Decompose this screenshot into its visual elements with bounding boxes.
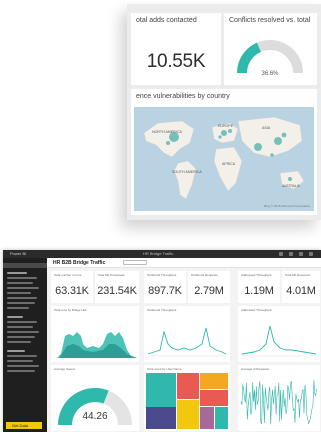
line-chart-tile[interactable]: Addressed Throughput (238, 306, 320, 362)
download-icon[interactable] (289, 252, 293, 256)
line-chart (240, 380, 317, 425)
nav-item[interactable] (7, 297, 37, 299)
kpi-value: 231.54K (97, 285, 137, 297)
nav-item[interactable] (7, 282, 33, 284)
dashboard-title: HR B2B Bridge Traffic (53, 260, 106, 266)
nav-item[interactable] (7, 307, 29, 309)
ask-question-box[interactable] (123, 260, 147, 265)
chart-title: Average of Requests (241, 367, 269, 371)
kpi-tile[interactable]: Outbound Requests 2.79M (188, 271, 230, 303)
nav-item[interactable] (7, 302, 35, 304)
gauge-tile-conflicts[interactable]: Conflicts resolved vs. total 36.6% (224, 13, 317, 85)
kpi-value: 4.01M (286, 285, 316, 297)
kpi-title: Total number of runs (54, 273, 82, 277)
get-data-button[interactable]: Get Data (6, 422, 42, 429)
document-title: HR Bridge Traffic (143, 251, 174, 256)
gauge-tile[interactable]: Average Speed 44.26 (51, 365, 139, 431)
kpi-tile[interactable]: Outbound Throughput 897.7K (144, 271, 186, 303)
line-chart (147, 327, 227, 357)
nav-section-datasets[interactable] (7, 350, 25, 352)
gauge-value: 44.26 (82, 411, 108, 422)
area-chart (53, 332, 137, 358)
kpi-tile[interactable]: Total number of runs 63.31K (51, 271, 93, 303)
nav-item[interactable] (7, 365, 39, 367)
nav-section-reports[interactable] (7, 316, 23, 318)
chart-title: Addressed Throughput (241, 308, 272, 312)
nav-item[interactable] (7, 287, 39, 289)
title-bar: Power BI HR Bridge Traffic (3, 250, 321, 258)
nav-item[interactable] (7, 360, 33, 362)
chart-title: Outbound Throughput (147, 308, 177, 312)
kpi-value: 1.19M (244, 285, 274, 297)
treemap-tile[interactable]: Total count by User Name (144, 365, 230, 431)
area-chart-tile[interactable]: Total runs by Bridge Hub (51, 306, 139, 362)
kpi-title: Total Mb Processed (98, 273, 125, 277)
navigation-pane: Get Data (3, 258, 47, 432)
map-label: NORTH AMERICA (152, 130, 182, 134)
kpi-tile[interactable]: Addressed Throughput 1.19M (238, 271, 280, 303)
nav-item-active[interactable] (3, 263, 47, 268)
kpi-value: 63.31K (55, 285, 89, 297)
nav-item[interactable] (7, 277, 37, 279)
nav-item[interactable] (7, 370, 35, 372)
kpi-tile[interactable]: Total Mb Received 4.01M (282, 271, 320, 303)
nav-item[interactable] (7, 331, 39, 333)
chart-title: Total count by User Name (147, 367, 182, 371)
app-name: Power BI (10, 251, 27, 256)
noise-chart-tile[interactable]: Average of Requests (238, 365, 320, 431)
map-copyright: Bing © 2016 Microsoft Corporation (264, 204, 310, 208)
nav-item[interactable] (7, 355, 37, 357)
map-label: AUSTRALIA (282, 184, 301, 188)
kpi-value: 10.55K (146, 51, 206, 72)
world-map: NORTH AMERICA EUROPE ASIA AFRICA SOUTH A… (134, 107, 314, 211)
tile-title: otal adds contacted (136, 17, 197, 24)
treemap (146, 373, 228, 429)
tile-title: Conflicts resolved vs. total (229, 17, 311, 24)
kpi-value: 2.79M (194, 285, 224, 297)
nav-item[interactable] (7, 341, 31, 343)
nav-item[interactable] (7, 292, 31, 294)
dashboard-tile-collage: otal adds contacted 10.55K Conflicts res… (127, 4, 321, 220)
map-tile-vulnerabilities[interactable]: ence vulnerabilities by country NORTH AM… (131, 89, 317, 215)
kpi-title: Addressed Throughput (241, 273, 272, 277)
powerbi-dashboard: Power BI HR Bridge Traffic Get Data HR B… (3, 250, 321, 432)
gauge-chart: 36.6% (237, 40, 303, 77)
tile-title: ence vulnerabilities by country (136, 93, 230, 100)
kpi-title: Outbound Throughput (147, 273, 177, 277)
map-label: AFRICA (222, 162, 236, 166)
nav-item[interactable] (7, 321, 37, 323)
nav-section-dashboards[interactable] (7, 272, 27, 274)
kpi-title: Outbound Requests (191, 273, 218, 277)
dashboard-header: HR B2B Bridge Traffic (47, 258, 321, 268)
settings-icon[interactable] (279, 252, 283, 256)
kpi-tile[interactable]: Total Mb Processed 231.54K (95, 271, 139, 303)
line-chart (241, 325, 317, 357)
map-label: ASIA (262, 126, 271, 130)
user-icon[interactable] (309, 252, 313, 256)
gauge-value: 36.6% (261, 71, 279, 77)
chart-title: Total runs by Bridge Hub (54, 308, 87, 312)
line-chart-tile[interactable]: Outbound Throughput (144, 306, 230, 362)
kpi-title: Total Mb Received (285, 273, 310, 277)
nav-item[interactable] (7, 326, 33, 328)
kpi-tile-adds-contacted[interactable]: otal adds contacted 10.55K (131, 13, 221, 85)
map-label: EUROPE (218, 124, 234, 128)
nav-item[interactable] (7, 336, 35, 338)
kpi-value: 897.7K (148, 285, 182, 297)
help-icon[interactable] (299, 252, 303, 256)
map-label: SOUTH AMERICA (172, 170, 202, 174)
